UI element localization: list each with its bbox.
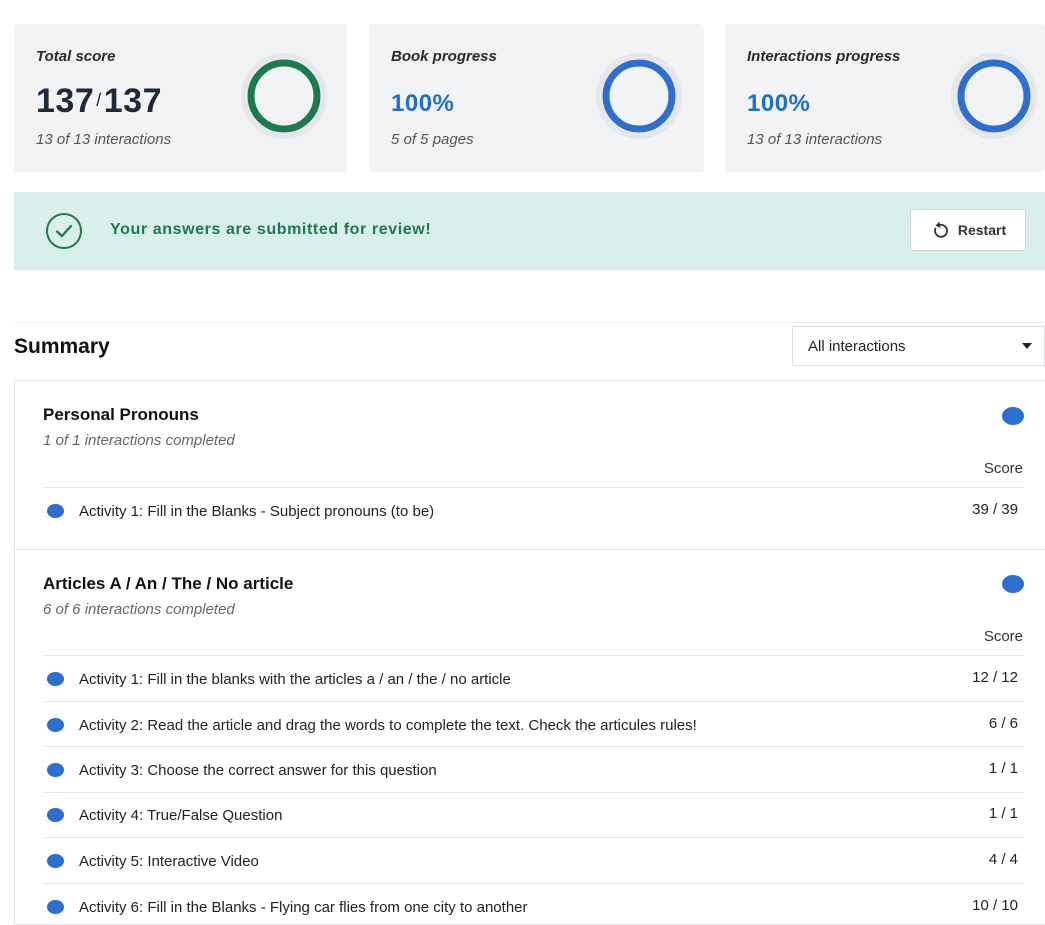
activity-label[interactable]: Activity 2: Read the article and drag th… <box>79 717 697 734</box>
book-progress-value: 100% <box>391 90 455 117</box>
total-score-ring-icon <box>241 53 327 139</box>
interactions-filter-select[interactable]: All interactions <box>792 326 1045 366</box>
activity-label[interactable]: Activity 4: True/False Question <box>79 807 282 824</box>
restart-icon <box>934 221 948 238</box>
activity-score: 10 / 10 <box>972 897 1018 914</box>
check-circle-icon <box>46 213 82 249</box>
activity-label[interactable]: Activity 5: Interactive Video <box>79 853 259 870</box>
chevron-down-icon <box>1022 343 1032 349</box>
total-score-title: Total score <box>36 48 116 65</box>
filter-selected-value: All interactions <box>808 338 906 355</box>
activity-status-icon <box>47 504 64 518</box>
interactions-progress-card: Interactions progress 100% 13 of 13 inte… <box>725 24 1045 172</box>
book-progress-subtext: 5 of 5 pages <box>391 131 474 148</box>
activity-status-icon <box>47 763 64 777</box>
book-progress-card: Book progress 100% 5 of 5 pages <box>369 24 704 172</box>
score-column-header: Score <box>983 460 1023 477</box>
book-progress-title: Book progress <box>391 48 497 65</box>
submission-banner: Your answers are submitted for review! R… <box>14 192 1045 270</box>
activity-score: 1 / 1 <box>988 805 1018 822</box>
summary-divider <box>14 322 1045 323</box>
book-progress-ring-icon <box>596 53 682 139</box>
activity-status-icon <box>47 854 64 868</box>
interactions-progress-subtext: 13 of 13 interactions <box>747 131 883 148</box>
restart-label: Restart <box>957 222 1007 238</box>
activity-score: 1 / 1 <box>988 760 1018 777</box>
section-title-articles: Articles A / An / The / No article <box>43 574 294 593</box>
row-divider <box>43 837 1024 838</box>
row-divider <box>43 746 1024 747</box>
score-separator: / <box>96 90 102 110</box>
submission-message: Your answers are submitted for review! <box>110 221 432 238</box>
activity-status-icon <box>47 808 64 822</box>
interactions-progress-value: 100% <box>747 90 811 117</box>
activity-score: 4 / 4 <box>988 851 1018 868</box>
row-divider <box>43 792 1024 793</box>
section-title-personal-pronouns: Personal Pronouns <box>43 405 199 424</box>
restart-button[interactable]: Restart <box>910 209 1026 251</box>
row-divider <box>43 701 1024 702</box>
activity-label[interactable]: Activity 6: Fill in the Blanks - Flying … <box>79 899 528 916</box>
activity-score: 12 / 12 <box>972 669 1018 686</box>
total-score-value: 137/137 <box>36 82 162 121</box>
section-completed-personal-pronouns: 1 of 1 interactions completed <box>43 432 235 449</box>
activity-label[interactable]: Activity 1: Fill in the blanks with the … <box>79 671 511 688</box>
interactions-progress-title: Interactions progress <box>747 48 901 65</box>
activity-score: 6 / 6 <box>988 715 1018 732</box>
section-status-icon <box>1002 407 1024 425</box>
row-divider <box>43 655 1024 656</box>
section-completed-articles: 6 of 6 interactions completed <box>43 601 235 618</box>
activity-label[interactable]: Activity 1: Fill in the Blanks - Subject… <box>79 503 434 520</box>
activity-label[interactable]: Activity 3: Choose the correct answer fo… <box>79 762 437 779</box>
total-score-subtext: 13 of 13 interactions <box>36 131 172 148</box>
row-divider <box>43 487 1024 488</box>
summary-list <box>14 380 1045 925</box>
section-divider <box>14 549 1045 550</box>
score-column-header: Score <box>983 628 1023 645</box>
interactions-progress-ring-icon <box>951 53 1037 139</box>
activity-status-icon <box>47 672 64 686</box>
activity-status-icon <box>47 900 64 914</box>
total-score-card: Total score 137/137 13 of 13 interaction… <box>14 24 347 172</box>
summary-title: Summary <box>14 335 110 358</box>
row-divider <box>43 883 1024 884</box>
section-status-icon <box>1002 575 1024 593</box>
score-max: 137 <box>103 82 162 120</box>
score-earned: 137 <box>36 82 95 120</box>
activity-score: 39 / 39 <box>972 501 1018 518</box>
activity-status-icon <box>47 718 64 732</box>
